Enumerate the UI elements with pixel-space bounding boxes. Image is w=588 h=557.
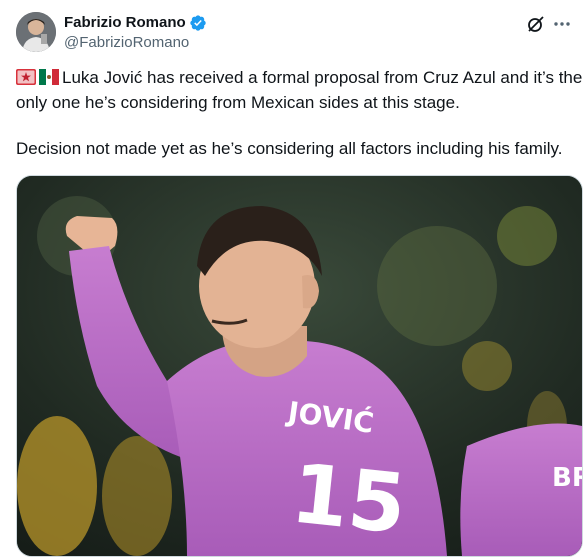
tweet-text: Luka Jović has received a formal proposa… (16, 66, 586, 160)
grok-icon[interactable] (526, 14, 546, 34)
flag-icon (16, 68, 36, 91)
author-avatar[interactable] (16, 12, 56, 52)
verified-badge-icon (189, 14, 207, 32)
tweet-paragraph-2: Decision not made yet as he’s considerin… (16, 139, 563, 158)
tweet-paragraph-1: Luka Jović has received a formal proposa… (16, 66, 586, 114)
shirt-number-text: 15 (287, 446, 410, 552)
paragraph-spacer (16, 114, 586, 137)
tweet-header: Fabrizio Romano @FabrizioRomano (16, 12, 572, 54)
tweet-media-image[interactable]: JOVIĆ 15 BR (16, 175, 583, 557)
more-options-icon[interactable] (552, 14, 572, 34)
author-handle[interactable]: @FabrizioRomano (64, 33, 207, 53)
author-display-name[interactable]: Fabrizio Romano (64, 13, 186, 32)
tweet-line-1: Luka Jović has received a formal proposa… (16, 68, 583, 112)
second-player-shirt-text: BR (552, 463, 582, 493)
mexico-flag-icon (39, 68, 59, 91)
